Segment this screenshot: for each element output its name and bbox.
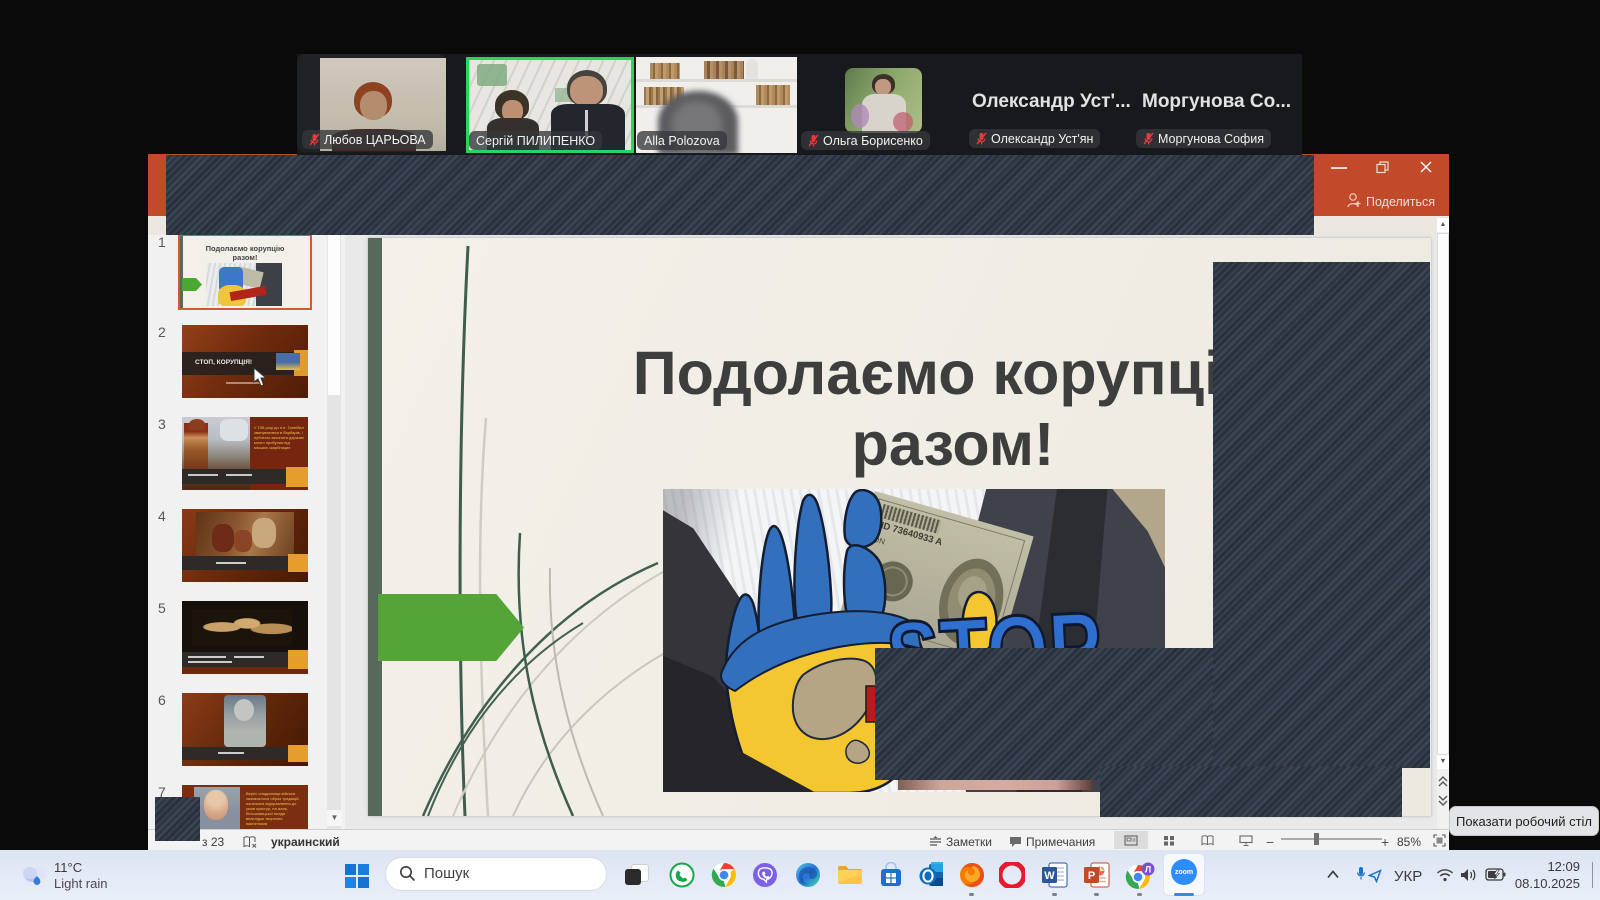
svg-text:P: P: [1088, 870, 1095, 882]
svg-text:W: W: [1044, 870, 1055, 882]
svg-text:Л: Л: [1145, 865, 1151, 875]
